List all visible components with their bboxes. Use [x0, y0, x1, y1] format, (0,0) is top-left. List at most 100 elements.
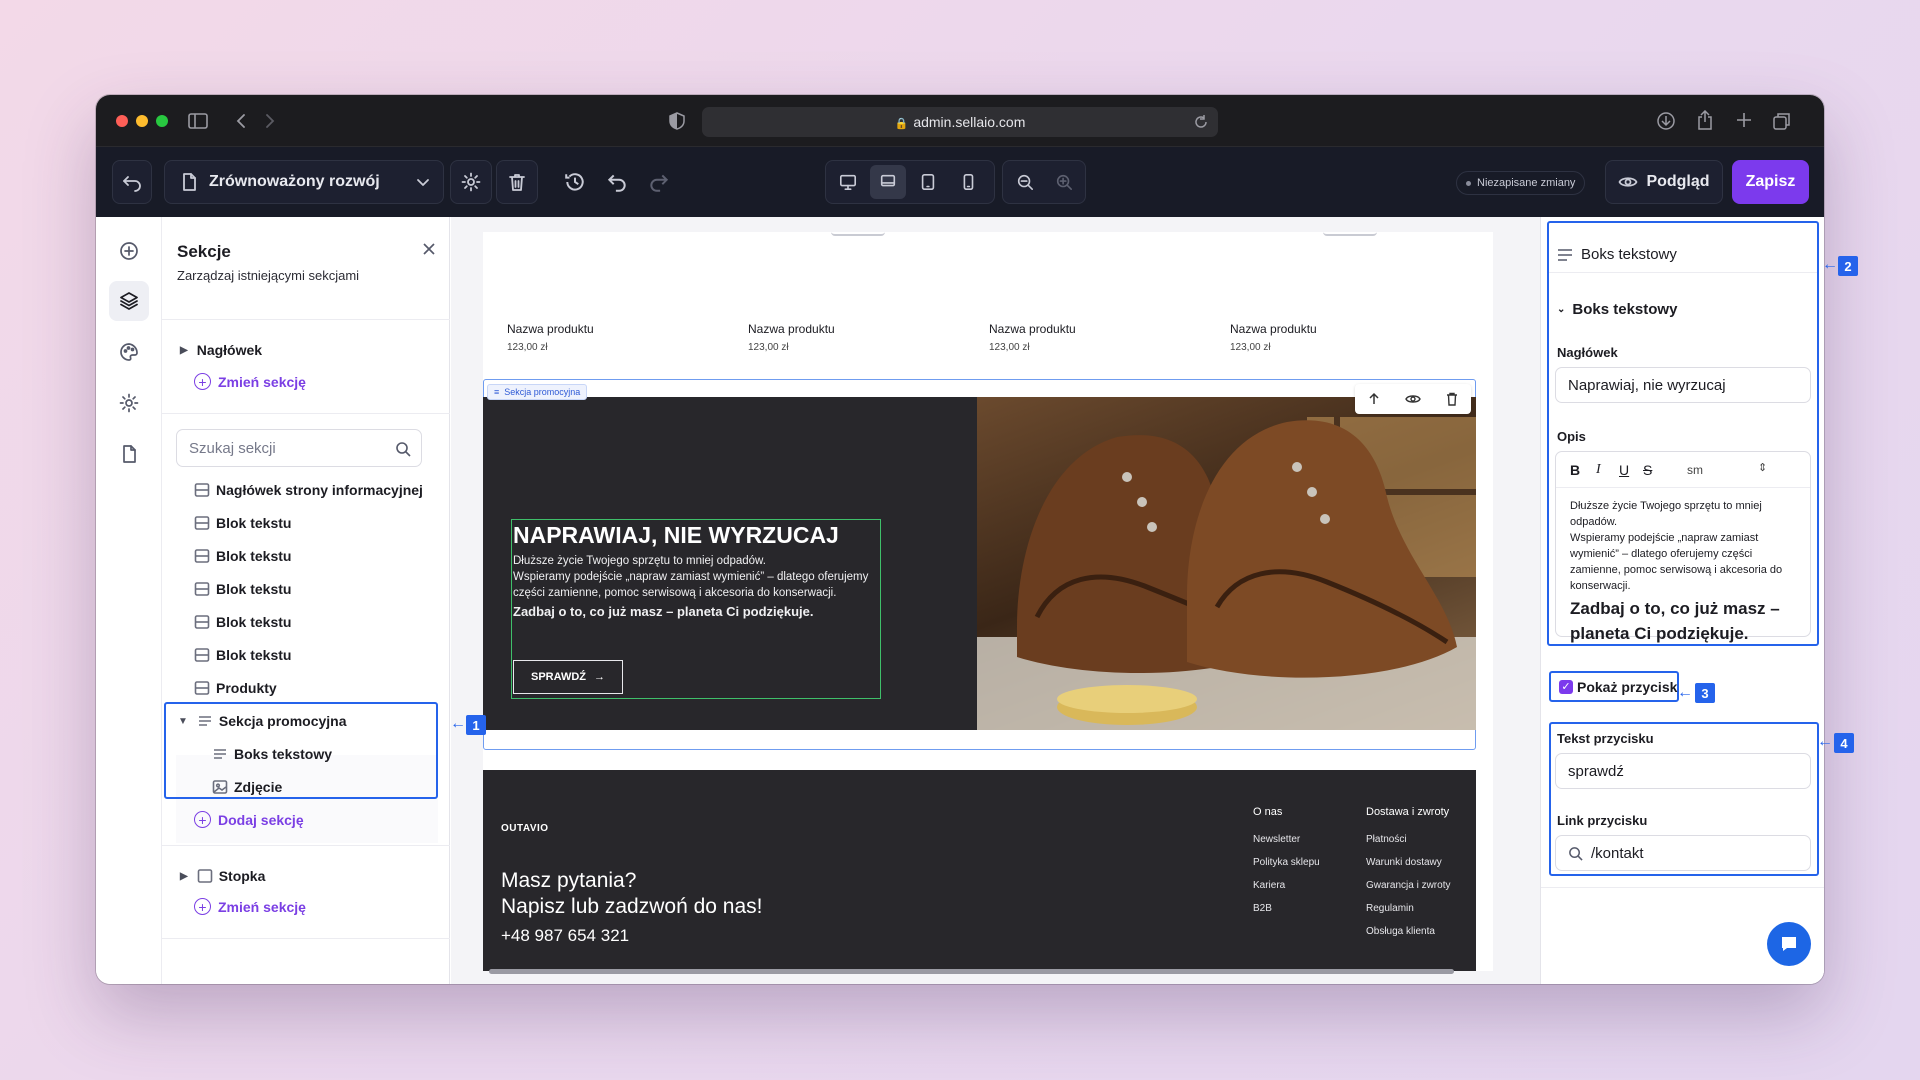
change-header-section-link[interactable]: + Zmień sekcję: [194, 373, 306, 390]
footer-link[interactable]: Obsługa klienta: [1366, 926, 1435, 937]
trash-icon[interactable]: [1445, 392, 1459, 406]
theme-rail-button[interactable]: [109, 332, 149, 372]
sidebar-toggle-icon[interactable]: [188, 112, 208, 130]
gear-icon: [119, 393, 139, 413]
product-name[interactable]: Nazwa produktu: [989, 322, 1076, 336]
eye-icon[interactable]: [1405, 392, 1421, 406]
footer-brand[interactable]: OUTAVIO: [501, 823, 549, 834]
section-row[interactable]: Produkty: [194, 673, 277, 703]
show-button-checkbox[interactable]: ✓: [1559, 680, 1573, 694]
change-footer-section-link[interactable]: + Zmień sekcję: [194, 898, 306, 915]
layers-icon: [120, 292, 138, 310]
page-selector[interactable]: Zrównoważony rozwój: [164, 160, 444, 204]
minimize-window-button[interactable]: [136, 115, 148, 127]
product-price: 123,00 zł: [1230, 342, 1271, 353]
footer-link[interactable]: Newsletter: [1253, 834, 1300, 845]
footer-section-row[interactable]: ▶ Stopka: [180, 861, 265, 891]
promo-button[interactable]: SPRAWDŹ →: [513, 660, 623, 694]
product-name[interactable]: Nazwa produktu: [507, 322, 594, 336]
plus-circle-icon: [120, 242, 138, 260]
promo-heading[interactable]: NAPRAWIAJ, NIE WYRZUCAJ: [513, 522, 839, 549]
move-up-icon[interactable]: [1367, 392, 1381, 406]
footer-link[interactable]: Warunki dostawy: [1366, 857, 1442, 868]
reload-icon[interactable]: [1194, 115, 1208, 129]
button-text-input[interactable]: sprawdź: [1555, 753, 1811, 789]
description-editor[interactable]: B I U S sm ⇕ Dłuższe życie Twojego sprzę…: [1555, 451, 1811, 643]
zoom-in-button[interactable]: [1046, 165, 1081, 199]
laptop-view-button[interactable]: [870, 165, 906, 199]
select-arrows-icon[interactable]: ⇕: [1758, 461, 1767, 474]
strikethrough-icon[interactable]: S: [1643, 462, 1652, 478]
bold-icon[interactable]: B: [1570, 462, 1580, 478]
zoom-out-button[interactable]: [1007, 165, 1042, 199]
preview-button[interactable]: Podgląd: [1605, 160, 1723, 204]
footer-phone[interactable]: +48 987 654 321: [501, 926, 629, 946]
preview-label: Podgląd: [1646, 173, 1710, 190]
pages-rail-button[interactable]: [109, 434, 149, 474]
product-name[interactable]: Nazwa produktu: [1230, 322, 1317, 336]
add-section-rail-button[interactable]: [109, 231, 149, 271]
font-size-select[interactable]: sm: [1687, 463, 1703, 477]
page-preview: Nazwa produktu 123,00 zł Nazwa produktu …: [483, 232, 1493, 971]
share-icon[interactable]: [1696, 110, 1714, 130]
new-tab-icon[interactable]: [1736, 112, 1752, 128]
callout-badge: 2: [1838, 256, 1858, 276]
mobile-view-button[interactable]: [950, 165, 986, 199]
footer-link[interactable]: B2B: [1253, 903, 1272, 914]
page-settings-button[interactable]: [450, 160, 492, 204]
close-window-button[interactable]: [116, 115, 128, 127]
forward-icon[interactable]: [264, 112, 276, 130]
maximize-window-button[interactable]: [156, 115, 168, 127]
promo-description[interactable]: Dłuższe życie Twojego sprzętu to mniej o…: [513, 553, 873, 620]
footer-link[interactable]: Polityka sklepu: [1253, 857, 1320, 868]
chat-icon: [1782, 937, 1796, 951]
exit-editor-button[interactable]: [112, 160, 152, 204]
desktop-view-button[interactable]: [830, 165, 866, 199]
close-icon[interactable]: [422, 242, 436, 256]
divider: [1549, 272, 1817, 273]
save-button[interactable]: Zapisz: [1732, 160, 1809, 204]
button-link-input[interactable]: /kontakt: [1555, 835, 1811, 871]
description-content[interactable]: Dłuższe życie Twojego sprzętu to mniej o…: [1570, 498, 1800, 646]
undo-icon[interactable]: [606, 171, 628, 193]
underline-icon[interactable]: U: [1619, 462, 1629, 478]
section-row[interactable]: Blok tekstu: [194, 574, 291, 604]
product-price: 123,00 zł: [989, 342, 1030, 353]
section-row[interactable]: Blok tekstu: [194, 541, 291, 571]
section-search-input[interactable]: Szukaj sekcji: [176, 429, 422, 467]
add-section-link[interactable]: + Dodaj sekcję: [194, 811, 304, 828]
heading-input[interactable]: Naprawiaj, nie wyrzucaj: [1555, 367, 1811, 403]
search-placeholder: Szukaj sekcji: [189, 439, 276, 457]
group-toggle[interactable]: ⌄ Boks tekstowy: [1557, 301, 1677, 318]
show-button-label[interactable]: Pokaż przycisk: [1577, 679, 1677, 695]
footer-link[interactable]: Regulamin: [1366, 903, 1414, 914]
layers-rail-button[interactable]: [109, 281, 149, 321]
product-name[interactable]: Nazwa produktu: [748, 322, 835, 336]
settings-rail-button[interactable]: [109, 383, 149, 423]
chat-button[interactable]: [1767, 922, 1811, 966]
tablet-view-button[interactable]: [910, 165, 946, 199]
section-block-icon: [194, 614, 210, 630]
delete-page-button[interactable]: [496, 160, 538, 204]
history-icon[interactable]: [564, 171, 586, 193]
privacy-shield-icon[interactable]: [668, 112, 686, 130]
tabs-overview-icon[interactable]: [1772, 111, 1792, 131]
redo-icon[interactable]: [648, 171, 670, 193]
address-bar[interactable]: 🔒 admin.sellaio.com: [702, 107, 1218, 137]
section-row[interactable]: Blok tekstu: [194, 607, 291, 637]
section-label: Blok tekstu: [216, 581, 292, 597]
footer-link[interactable]: Gwarancja i zwroty: [1366, 880, 1450, 891]
section-row[interactable]: Blok tekstu: [194, 640, 291, 670]
horizontal-scrollbar[interactable]: [489, 969, 1454, 974]
back-icon[interactable]: [235, 112, 247, 130]
download-icon[interactable]: [1656, 111, 1676, 131]
section-row[interactable]: Nagłówek strony informacyjnej: [194, 475, 423, 505]
header-section-row[interactable]: ▶ Nagłówek: [180, 335, 262, 365]
promo-image[interactable]: [977, 397, 1476, 730]
footer-link[interactable]: Kariera: [1253, 880, 1285, 891]
mobile-icon: [963, 173, 974, 191]
status-dot: [1466, 180, 1471, 186]
footer-link[interactable]: Płatności: [1366, 834, 1407, 845]
italic-icon[interactable]: I: [1596, 462, 1601, 478]
section-row[interactable]: Blok tekstu: [194, 508, 291, 538]
